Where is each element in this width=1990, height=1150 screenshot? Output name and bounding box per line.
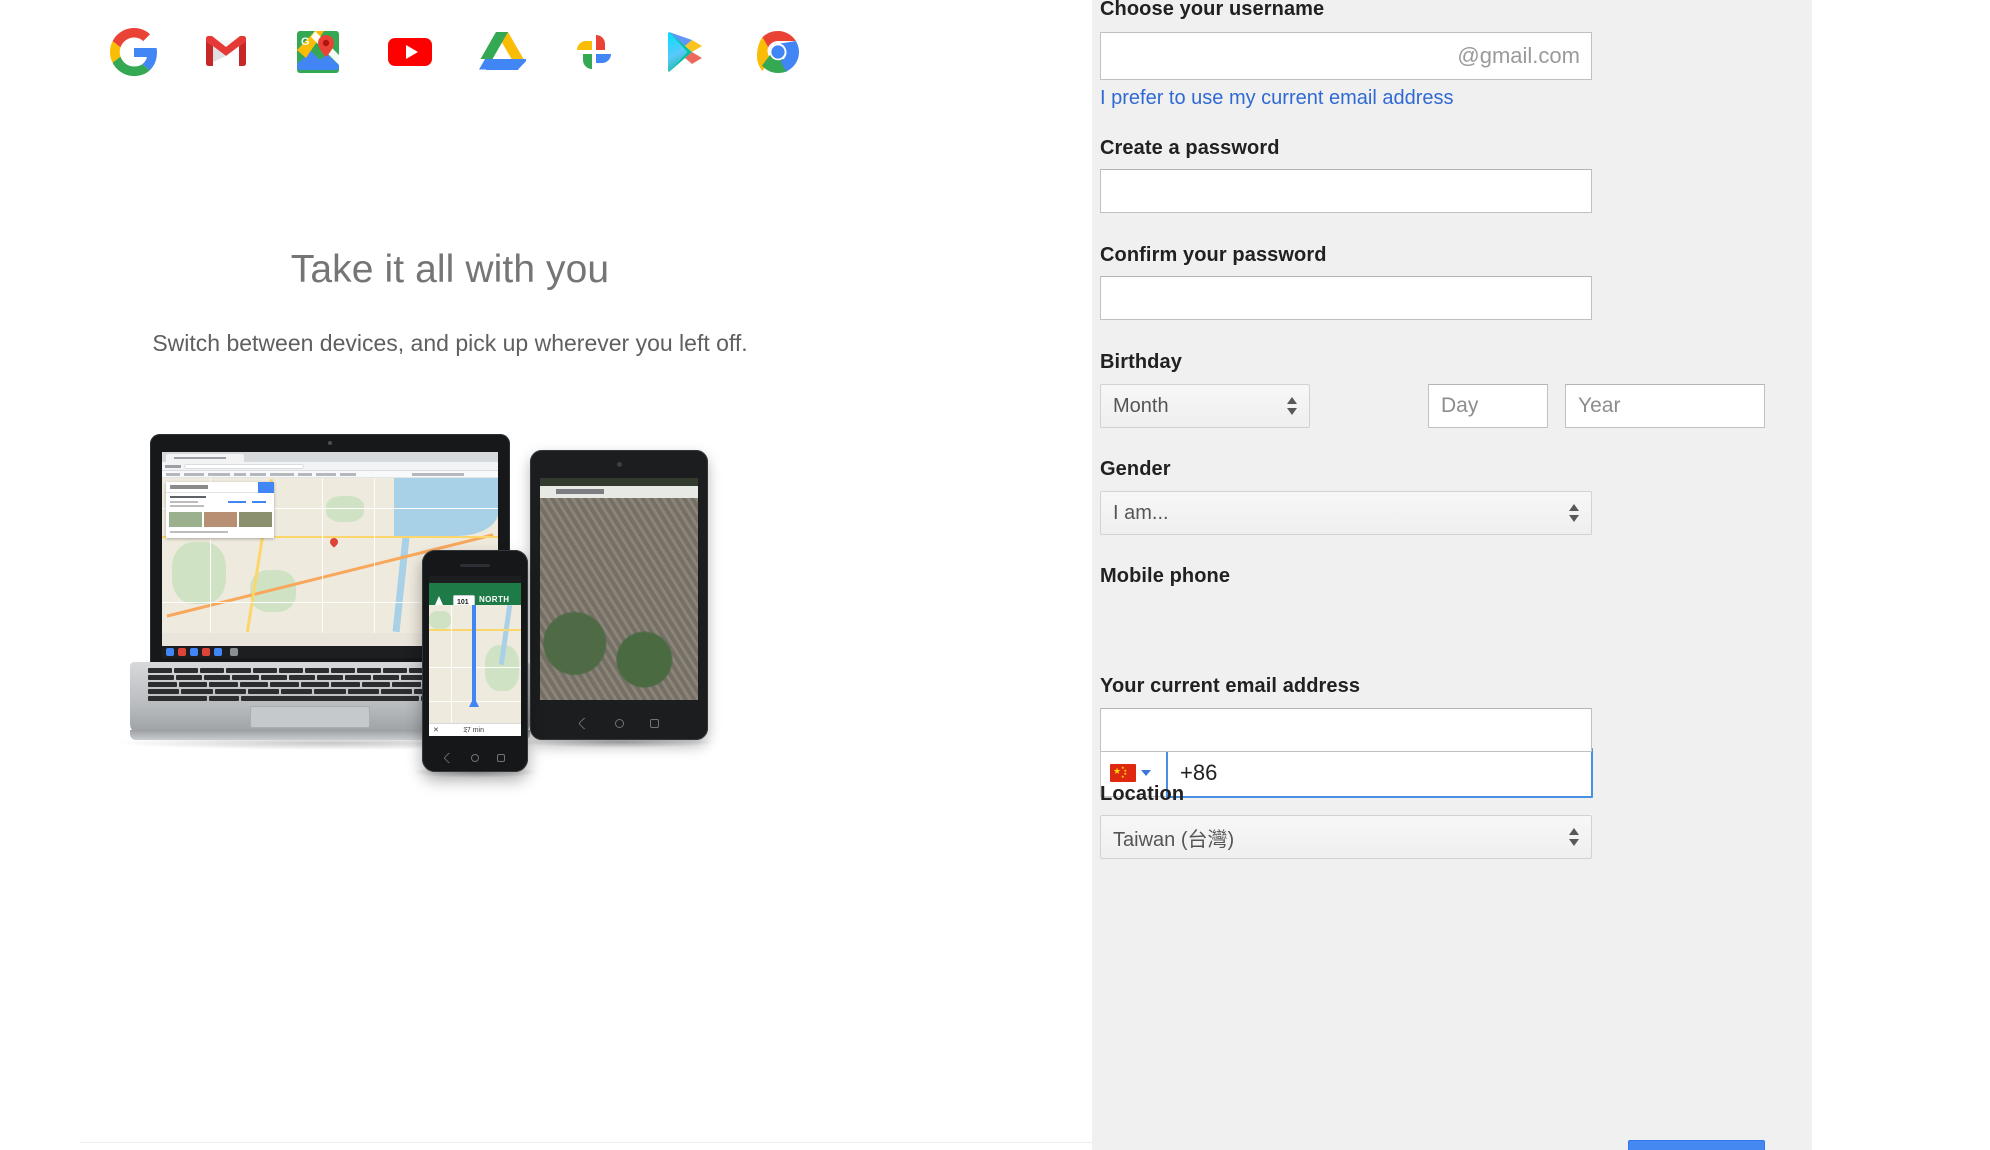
turn-arrow-icon xyxy=(435,596,443,605)
phone-screen: 101 NORTH ✕ 17 min ⋮ xyxy=(429,576,521,736)
mobile-phone-label: Mobile phone xyxy=(1100,565,1231,587)
phone-status-bar xyxy=(429,576,521,583)
birthday-year-input[interactable] xyxy=(1565,384,1765,428)
google-maps-icon: G xyxy=(294,28,342,76)
youtube-icon xyxy=(386,28,434,76)
gender-select[interactable]: I am... xyxy=(1100,491,1592,535)
phone-nav-bar xyxy=(422,750,528,766)
location-value: Taiwan (台灣) xyxy=(1113,828,1235,851)
navigation-header: 101 NORTH xyxy=(429,583,521,607)
chevron-updown-icon xyxy=(1287,395,1298,417)
google-icon xyxy=(110,28,158,76)
signup-form-panel: Choose your username @gmail.com I prefer… xyxy=(1092,0,1812,1150)
chevron-updown-icon xyxy=(1569,826,1580,848)
tablet-search-bar xyxy=(540,486,698,498)
current-email-input[interactable] xyxy=(1100,708,1592,752)
google-drive-icon xyxy=(478,28,526,76)
next-step-button[interactable]: Next step xyxy=(1628,1140,1765,1150)
map-search-box xyxy=(166,482,274,493)
promo-headline: Take it all with you xyxy=(290,248,610,291)
chevron-down-icon xyxy=(1141,770,1151,776)
tablet-status-bar xyxy=(540,478,698,486)
google-play-icon xyxy=(662,28,710,76)
google-photos-icon xyxy=(570,28,618,76)
password-input[interactable] xyxy=(1100,169,1592,213)
home-icon xyxy=(471,754,479,762)
route-direction-label: NORTH xyxy=(479,595,510,604)
map-place-card xyxy=(166,482,274,538)
cn-flag-icon: ★ ★ ★ ★ ★ xyxy=(1110,764,1136,782)
back-icon xyxy=(577,716,591,730)
recents-icon xyxy=(649,718,659,728)
username-label: Choose your username xyxy=(1100,0,1325,20)
browser-omnibox xyxy=(162,462,498,471)
phone-map-canvas xyxy=(429,604,521,723)
home-icon xyxy=(614,718,624,728)
back-icon xyxy=(443,752,455,764)
close-icon: ✕ xyxy=(433,727,439,734)
username-field-wrapper[interactable]: @gmail.com xyxy=(1100,32,1592,80)
username-domain-suffix: @gmail.com xyxy=(1457,43,1580,68)
svg-text:G: G xyxy=(301,36,310,48)
location-select[interactable]: Taiwan (台灣) xyxy=(1100,815,1592,859)
tablet-satellite-map xyxy=(540,498,698,700)
birthday-month-select[interactable]: Month xyxy=(1100,384,1310,428)
browser-tab-bar xyxy=(162,452,498,462)
birthday-day-input[interactable] xyxy=(1428,384,1548,428)
signup-page: G Take it all with you Switch between de… xyxy=(0,0,1990,1150)
current-email-label: Your current email address xyxy=(1100,675,1361,697)
phone-eta-bar: ✕ 17 min ⋮ xyxy=(429,723,521,736)
birthday-month-value: Month xyxy=(1113,394,1169,417)
gender-label: Gender xyxy=(1100,458,1171,480)
mobile-phone-input[interactable] xyxy=(1166,748,1593,798)
promo-subtext: Switch between devices, and pick up wher… xyxy=(152,330,748,356)
recents-icon xyxy=(497,754,505,762)
tablet-device xyxy=(530,450,708,740)
map-pin-icon xyxy=(330,538,338,549)
gmail-icon xyxy=(202,28,250,76)
devices-illustration: 101 NORTH ✕ 17 min ⋮ xyxy=(112,430,750,790)
overflow-menu-icon: ⋮ xyxy=(463,727,470,734)
confirm-password-input[interactable] xyxy=(1100,276,1592,320)
confirm-password-label: Confirm your password xyxy=(1100,244,1327,266)
use-current-email-link[interactable]: I prefer to use my current email address xyxy=(1100,87,1453,110)
username-input[interactable] xyxy=(1101,33,1461,79)
current-location-icon xyxy=(469,697,479,707)
password-label: Create a password xyxy=(1100,137,1280,159)
chevron-updown-icon xyxy=(1569,502,1580,524)
tablet-screen xyxy=(540,478,698,700)
google-product-icons: G xyxy=(110,28,802,76)
tablet-nav-bar xyxy=(530,714,708,732)
gender-value: I am... xyxy=(1113,501,1169,524)
browser-tab xyxy=(166,454,244,462)
phone-device: 101 NORTH ✕ 17 min ⋮ xyxy=(422,550,528,772)
google-chrome-icon xyxy=(754,28,802,76)
browser-bookmarks-bar xyxy=(162,471,498,478)
tablet-camera-icon xyxy=(616,462,622,467)
laptop-webcam-icon xyxy=(328,441,332,445)
phone-speaker xyxy=(460,564,490,567)
birthday-label: Birthday xyxy=(1100,351,1182,373)
promo-panel: G Take it all with you Switch between de… xyxy=(0,0,1092,1150)
location-label: Location xyxy=(1100,783,1185,805)
laptop-trackpad xyxy=(250,706,370,728)
bottom-divider xyxy=(80,1142,1092,1143)
